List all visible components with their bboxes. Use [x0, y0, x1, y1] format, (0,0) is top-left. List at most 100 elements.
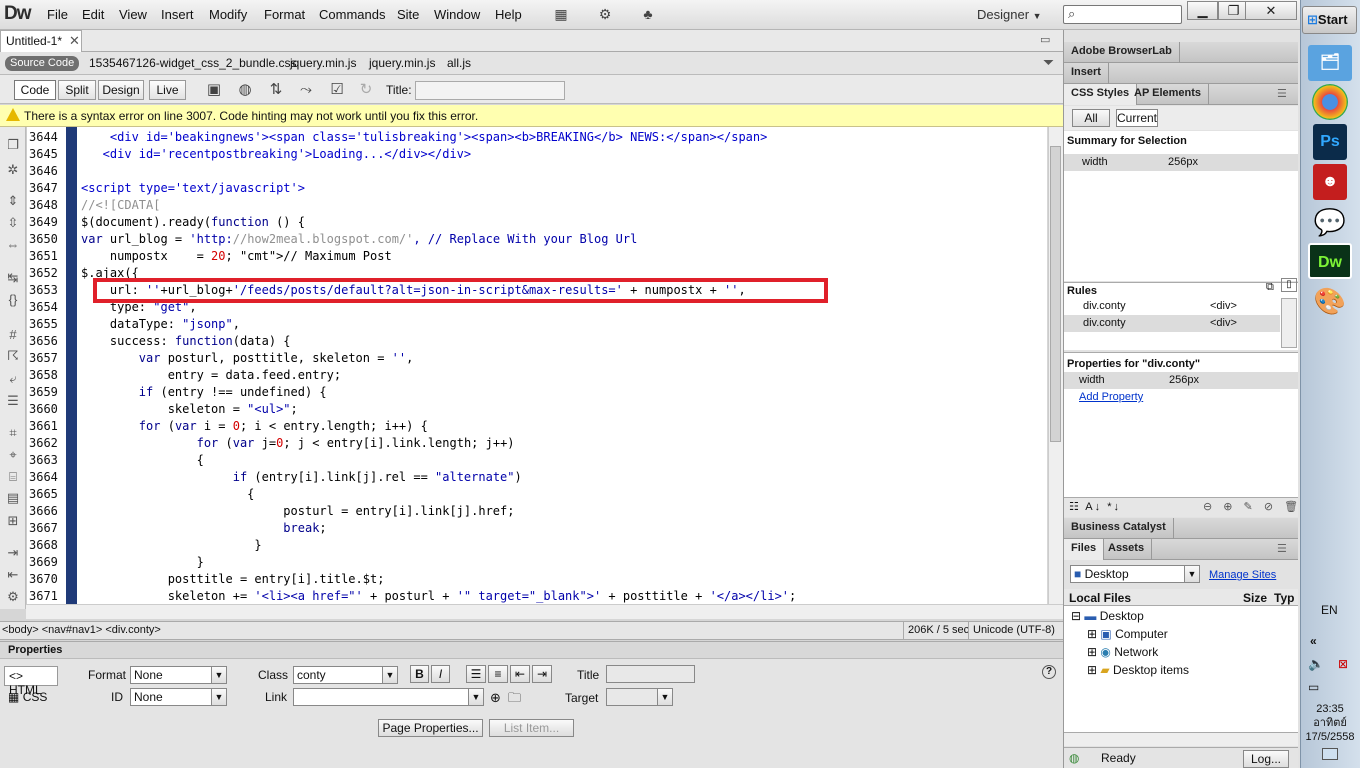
- restore-icon[interactable]: ▭: [1040, 33, 1050, 46]
- network-error-icon[interactable]: ⊠: [1338, 657, 1348, 671]
- bold-button[interactable]: B: [410, 665, 429, 683]
- view-icons[interactable]: ☷ A↓ *↓: [1069, 500, 1121, 513]
- dreamweaver-icon[interactable]: Dw: [1308, 243, 1352, 279]
- target-select[interactable]: ▼: [606, 688, 673, 706]
- horizontal-scrollbar[interactable]: [26, 604, 1063, 619]
- menu-modify[interactable]: Modify: [209, 7, 247, 22]
- tree-item[interactable]: ⊟ ▬ Desktop: [1071, 609, 1144, 623]
- manage-sites-link[interactable]: Manage Sites: [1209, 569, 1276, 581]
- html-mode-button[interactable]: <> HTML: [4, 666, 58, 697]
- live-view-button[interactable]: Live: [149, 80, 186, 100]
- code-view-button[interactable]: Code: [14, 80, 56, 100]
- title-input[interactable]: [415, 81, 565, 100]
- collapse-selection-icon[interactable]: ⇳: [4, 215, 22, 231]
- browserlab-tab[interactable]: Adobe BrowserLab: [1064, 42, 1180, 63]
- point-to-file-icon[interactable]: ⊕: [490, 690, 501, 706]
- layout-icon[interactable]: ▦: [550, 6, 572, 23]
- highlight-invalid-code-icon[interactable]: ☈: [4, 348, 22, 364]
- gear-icon[interactable]: ⚙: [594, 6, 616, 23]
- open-documents-icon[interactable]: ❐: [4, 137, 22, 153]
- related-file[interactable]: 1535467126-widget_css_2_bundle.css: [89, 56, 297, 70]
- menu-insert[interactable]: Insert: [161, 7, 194, 22]
- property-row[interactable]: width 256px: [1064, 372, 1298, 389]
- menu-file[interactable]: File: [47, 7, 68, 22]
- tree-item[interactable]: ⊞ ▣ Computer: [1087, 627, 1168, 641]
- balance-braces-icon[interactable]: {}: [4, 292, 22, 308]
- rule-row[interactable]: div.conty <div>: [1064, 315, 1280, 332]
- multiscreen-icon[interactable]: ▣: [201, 80, 227, 100]
- minimize-button[interactable]: ▁: [1187, 1, 1218, 20]
- expand-all-icon[interactable]: ⇔: [4, 237, 22, 253]
- refresh-icon[interactable]: ↻: [353, 80, 379, 100]
- type-col[interactable]: Typ: [1274, 591, 1294, 605]
- log-button[interactable]: Log...: [1243, 750, 1289, 768]
- apply-comment-icon[interactable]: ⌗: [4, 425, 22, 441]
- ordered-list-button[interactable]: ≡: [488, 665, 508, 683]
- show-hidden-icon[interactable]: «: [1310, 634, 1317, 648]
- help-search-input[interactable]: ⌕: [1063, 5, 1182, 24]
- close-button[interactable]: ✕: [1245, 1, 1297, 20]
- move-css-icon[interactable]: ⊞: [4, 513, 22, 529]
- link-input[interactable]: ▼: [293, 688, 484, 706]
- ap-elements-tab[interactable]: AP Elements: [1127, 84, 1210, 105]
- summary-row[interactable]: width 256px: [1064, 154, 1298, 171]
- related-file[interactable]: jquery.min.js: [290, 56, 356, 70]
- rule-row[interactable]: div.conty <div>: [1064, 298, 1298, 315]
- business-catalyst-header[interactable]: Business Catalyst: [1064, 518, 1298, 539]
- design-view-button[interactable]: Design: [98, 80, 144, 100]
- scrollbar-thumb[interactable]: [1050, 146, 1061, 442]
- size-col[interactable]: Size: [1243, 591, 1267, 605]
- language-indicator[interactable]: EN: [1321, 603, 1338, 617]
- menu-edit[interactable]: Edit: [82, 7, 104, 22]
- menu-format[interactable]: Format: [264, 7, 305, 22]
- help-icon[interactable]: ?: [1042, 665, 1056, 679]
- unordered-list-button[interactable]: ☰: [466, 665, 486, 683]
- word-wrap-icon[interactable]: ⤶: [4, 371, 22, 387]
- remove-comment-icon[interactable]: ⌖: [4, 447, 22, 463]
- menu-view[interactable]: View: [119, 7, 147, 22]
- recent-snippets-icon[interactable]: ▤: [4, 490, 22, 506]
- files-tab[interactable]: Files: [1064, 539, 1105, 560]
- wrap-tag-icon[interactable]: ⌸: [4, 469, 22, 485]
- menu-window[interactable]: Window: [434, 7, 480, 22]
- file-management-icon[interactable]: ⇅: [263, 80, 289, 100]
- related-file[interactable]: jquery.min.js: [369, 56, 435, 70]
- collapse-tag-icon[interactable]: ⇕: [4, 193, 22, 209]
- all-button[interactable]: All: [1072, 109, 1110, 127]
- select-parent-tag-icon[interactable]: ↹: [4, 270, 22, 286]
- css-mode-button[interactable]: ▦ CSS: [8, 690, 47, 704]
- browser-preview-icon[interactable]: ◍: [232, 80, 258, 100]
- show-cascade-icon[interactable]: ⧉: [1266, 281, 1274, 294]
- add-property-link[interactable]: Add Property: [1079, 391, 1143, 403]
- paint-icon[interactable]: 🎨: [1308, 283, 1352, 319]
- show-rule-info-icon[interactable]: ▯: [1281, 278, 1297, 292]
- clock[interactable]: 23:35 อาทิตย์ 17/5/2558: [1302, 702, 1358, 744]
- close-icon[interactable]: ✕: [69, 33, 80, 49]
- show-desktop-icon[interactable]: [1322, 748, 1338, 760]
- insert-tab[interactable]: Insert: [1064, 63, 1109, 84]
- rules-scrollbar[interactable]: [1281, 298, 1297, 348]
- volume-icon[interactable]: 🔈: [1308, 656, 1324, 672]
- format-select[interactable]: None ▼: [130, 666, 227, 684]
- menu-site[interactable]: Site: [397, 7, 419, 22]
- outdent-button[interactable]: ⇤: [510, 665, 530, 683]
- id-select[interactable]: None ▼: [130, 688, 227, 706]
- browse-folder-icon[interactable]: 🗀: [508, 689, 521, 711]
- source-code-button[interactable]: Source Code: [5, 56, 80, 71]
- related-file[interactable]: all.js: [447, 56, 471, 70]
- visual-aids-icon[interactable]: ☑: [324, 80, 350, 100]
- outdent-code-icon[interactable]: ⇤: [4, 567, 22, 583]
- panel-menu-icon[interactable]: ☰: [1277, 542, 1287, 555]
- show-code-navigator-icon[interactable]: ✲: [4, 162, 22, 178]
- site-select[interactable]: ■ Desktop ▼: [1070, 565, 1200, 583]
- indent-code-icon[interactable]: ⇥: [4, 545, 22, 561]
- site-manager-icon[interactable]: ♣: [637, 6, 659, 23]
- files-hscroll[interactable]: [1064, 732, 1298, 746]
- local-files-col[interactable]: Local Files: [1069, 591, 1131, 605]
- tag-selector[interactable]: <body> <nav#nav1> <div.conty>: [2, 624, 161, 636]
- menu-help[interactable]: Help: [495, 7, 522, 22]
- title-field[interactable]: [606, 665, 695, 683]
- class-select[interactable]: conty ▼: [293, 666, 398, 684]
- tree-item[interactable]: ⊞ ▰ Desktop items: [1087, 663, 1189, 677]
- business-catalyst-tab[interactable]: Business Catalyst: [1064, 518, 1174, 539]
